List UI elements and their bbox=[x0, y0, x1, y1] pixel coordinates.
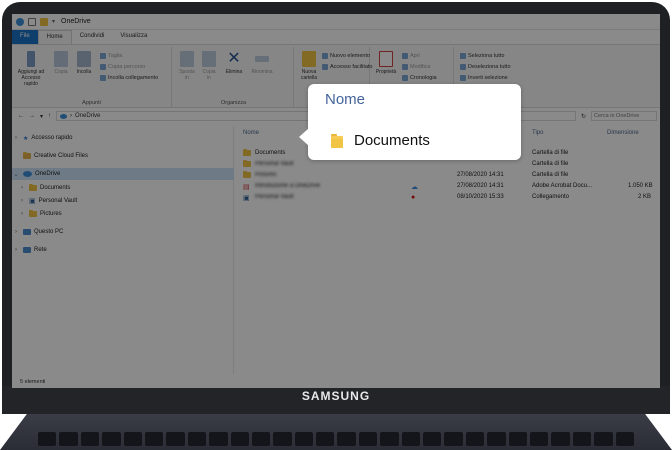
callout-documents-item[interactable]: Documents bbox=[330, 132, 430, 149]
laptop-photo: SAMSUNG ▾ OneDrive File Home Condividi V… bbox=[0, 0, 672, 450]
callout-header: Nome bbox=[325, 91, 366, 108]
brand-logo: SAMSUNG bbox=[301, 389, 371, 403]
dim-overlay bbox=[12, 14, 660, 388]
folder-icon bbox=[331, 133, 343, 148]
screen: ▾ OneDrive File Home Condividi Visualizz… bbox=[12, 14, 660, 388]
keyboard-row bbox=[38, 432, 634, 446]
zoom-callout: Nome Documents bbox=[299, 84, 521, 160]
callout-item-label: Documents bbox=[354, 132, 430, 149]
laptop: SAMSUNG ▾ OneDrive File Home Condividi V… bbox=[0, 0, 672, 450]
